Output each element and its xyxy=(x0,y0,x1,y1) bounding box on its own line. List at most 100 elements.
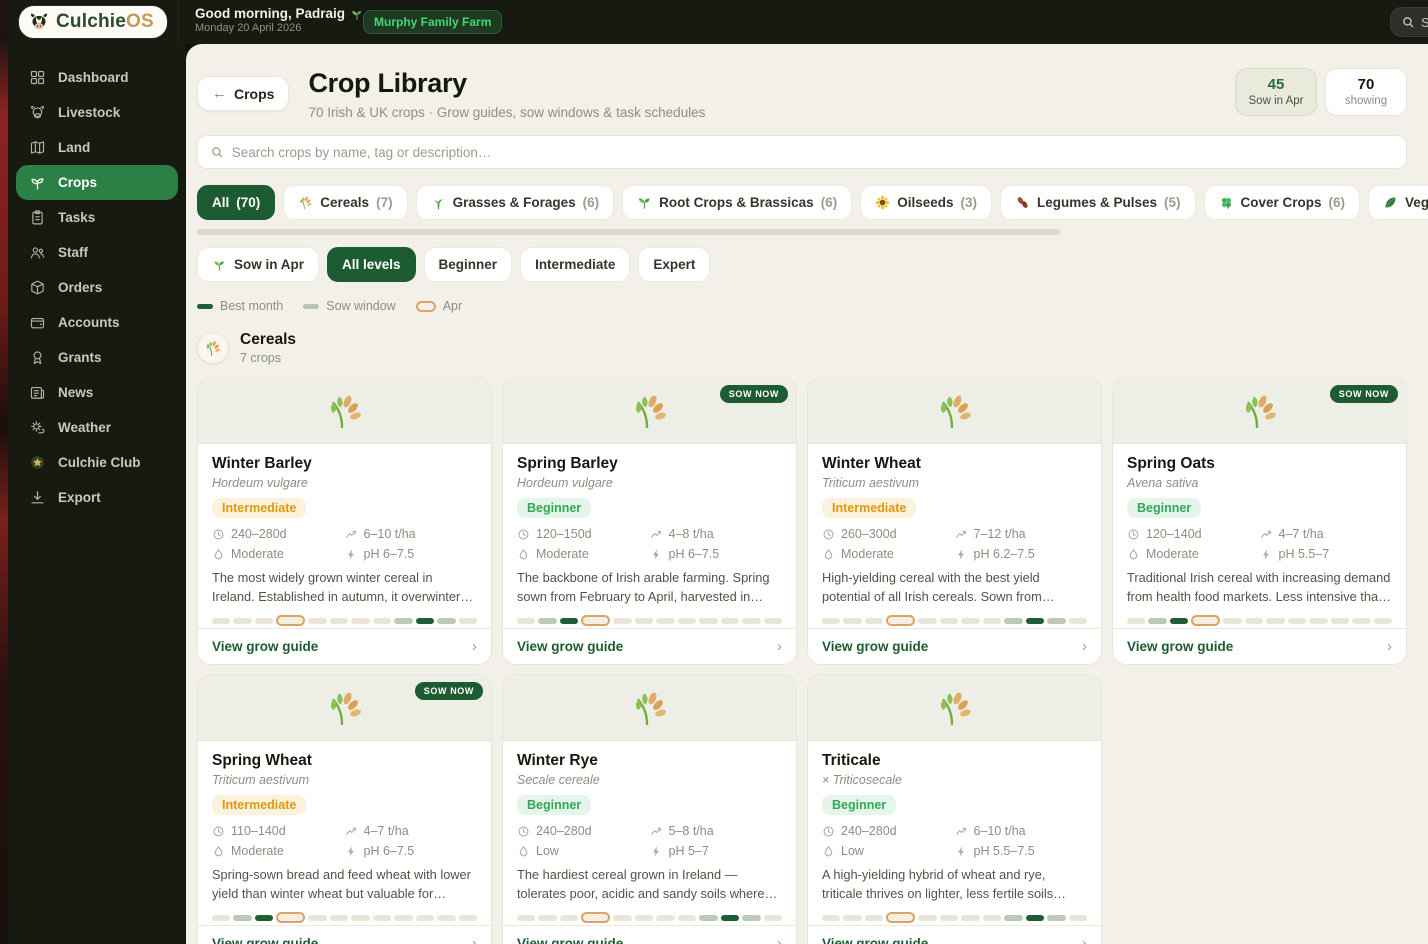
month-segment xyxy=(1047,617,1066,624)
section-header: Cereals 7 crops xyxy=(197,331,1407,365)
month-segment xyxy=(276,912,306,924)
crop-latin-name: Hordeum vulgare xyxy=(212,476,308,490)
trend-up-icon xyxy=(650,528,663,541)
view-grow-guide-label: View grow guide xyxy=(822,936,929,944)
sidebar-item-label: Grants xyxy=(58,350,102,365)
crop-latin-name: Avena sativa xyxy=(1127,476,1199,490)
level-chip-beginner[interactable]: Beginner xyxy=(423,247,513,282)
wheat-crop-icon xyxy=(325,688,365,728)
top-bar: CulchieOS Good morning, Padraig Monday 2… xyxy=(8,0,1428,44)
month-segment xyxy=(415,914,435,921)
sidebar-item-grants[interactable]: Grants xyxy=(16,340,178,375)
level-chip-sow-in-apr[interactable]: Sow in Apr xyxy=(197,247,319,282)
stat-water: Low xyxy=(822,844,955,858)
farm-badge[interactable]: Murphy Family Farm xyxy=(363,10,503,34)
back-button[interactable]: ← Crops xyxy=(197,76,290,111)
app-logo[interactable]: CulchieOS xyxy=(18,5,168,39)
legend-item: Sow window xyxy=(303,299,396,313)
category-chip-cover-crops[interactable]: Cover Crops (6) xyxy=(1203,185,1361,220)
month-segment xyxy=(415,617,435,624)
difficulty-badge: Beginner xyxy=(822,795,897,815)
sidebar-item-export[interactable]: Export xyxy=(16,480,178,515)
crop-name: Spring Oats xyxy=(1127,455,1215,472)
stat-water: Moderate xyxy=(822,547,955,561)
view-grow-guide-label: View grow guide xyxy=(822,639,929,654)
crop-search-input[interactable] xyxy=(231,144,1394,160)
wheat-crop-icon xyxy=(1240,391,1280,431)
category-chip-cereals[interactable]: Cereals (7) xyxy=(283,185,408,220)
view-grow-guide-button[interactable]: View grow guide › xyxy=(808,628,1101,664)
chip-label: Cereals xyxy=(320,195,370,210)
crop-search-bar[interactable] xyxy=(197,135,1407,169)
month-segment xyxy=(677,914,697,921)
view-grow-guide-button[interactable]: View grow guide › xyxy=(808,925,1101,944)
crop-card-body: Spring Wheat Triticum aestivum Intermedi… xyxy=(198,741,491,925)
global-search[interactable]: Search xyxy=(1390,7,1428,37)
wheat-crop-icon xyxy=(630,688,670,728)
chip-label: Grasses & Forages xyxy=(452,195,576,210)
level-chip-all-levels[interactable]: All levels xyxy=(327,247,416,282)
level-filter-row: Sow in Apr All levels Beginner Intermedi… xyxy=(197,247,1407,282)
stat-water: Moderate xyxy=(212,547,345,561)
view-grow-guide-button[interactable]: View grow guide › xyxy=(503,925,796,944)
crop-card-media: SOW NOW xyxy=(503,378,796,444)
crop-description: The backbone of Irish arable farming. Sp… xyxy=(517,570,770,604)
greeting-block: Good morning, Padraig Monday 20 April 20… xyxy=(195,6,364,34)
month-segment xyxy=(372,617,392,624)
level-chip-intermediate[interactable]: Intermediate xyxy=(520,247,631,282)
chevron-right-icon: › xyxy=(1082,638,1087,655)
sidebar-item-culchie-club[interactable]: Culchie Club xyxy=(16,445,178,480)
crop-description: The hardiest cereal grown in Ireland — t… xyxy=(517,867,765,901)
month-segment xyxy=(437,617,456,624)
month-segment xyxy=(742,617,761,624)
view-grow-guide-button[interactable]: View grow guide › xyxy=(198,925,491,944)
legend-label: Sow window xyxy=(326,299,396,313)
chevron-right-icon: › xyxy=(1082,935,1087,944)
sidebar-item-tasks[interactable]: Tasks xyxy=(16,200,178,235)
crop-name: Winter Wheat xyxy=(822,455,921,472)
horizontal-scrollbar[interactable] xyxy=(197,229,1060,235)
stat-ph: pH 6.2–7.5 xyxy=(955,547,1088,561)
month-segment xyxy=(458,914,478,921)
view-grow-guide-button[interactable]: View grow guide › xyxy=(1113,628,1406,664)
download-icon xyxy=(29,489,46,506)
month-segment xyxy=(886,912,916,924)
sidebar-item-dashboard[interactable]: Dashboard xyxy=(16,60,178,95)
category-chip-legumes-pulses[interactable]: Legumes & Pulses (5) xyxy=(999,185,1196,220)
sidebar-item-staff[interactable]: Staff xyxy=(16,235,178,270)
view-grow-guide-button[interactable]: View grow guide › xyxy=(198,628,491,664)
category-chip-vegetables[interactable]: Vegetables (19) xyxy=(1368,185,1428,220)
crop-stats: 110–140d 4–7 t/ha Moderate pH 6–7.5 xyxy=(212,824,477,858)
sidebar-item-weather[interactable]: Weather xyxy=(16,410,178,445)
chevron-right-icon: › xyxy=(1387,638,1392,655)
crop-card-body: Spring Barley Hordeum vulgare Beginner 1… xyxy=(503,444,796,628)
month-segment xyxy=(517,617,536,624)
month-segment xyxy=(1004,914,1023,921)
legend-item: Best month xyxy=(197,299,283,313)
category-chip-grasses-forages[interactable]: Grasses & Forages (6) xyxy=(415,185,615,220)
month-segment xyxy=(939,617,959,624)
beans-icon xyxy=(1015,195,1030,210)
category-chip-oilseeds[interactable]: Oilseeds (3) xyxy=(860,185,992,220)
sidebar-item-crops[interactable]: Crops xyxy=(16,165,178,200)
stat-label: showing xyxy=(1344,95,1388,107)
category-chip-root-crops-brassicas[interactable]: Root Crops & Brassicas (6) xyxy=(622,185,853,220)
sidebar-item-land[interactable]: Land xyxy=(16,130,178,165)
category-chip-all[interactable]: All (70) xyxy=(197,185,276,220)
month-segment xyxy=(559,914,579,921)
level-chip-expert[interactable]: Expert xyxy=(638,247,711,282)
sidebar-item-livestock[interactable]: Livestock xyxy=(16,95,178,130)
difficulty-badge: Intermediate xyxy=(212,498,307,518)
view-grow-guide-button[interactable]: View grow guide › xyxy=(503,628,796,664)
crop-card: Winter Barley Hordeum vulgare Intermedia… xyxy=(197,377,492,665)
month-segment xyxy=(1025,617,1045,624)
chevron-right-icon: › xyxy=(472,935,477,944)
header-divider xyxy=(178,0,179,44)
news-icon xyxy=(29,384,46,401)
chip-label: Expert xyxy=(653,257,696,272)
sidebar-item-accounts[interactable]: Accounts xyxy=(16,305,178,340)
chip-count: (5) xyxy=(1164,195,1181,210)
sidebar-item-orders[interactable]: Orders xyxy=(16,270,178,305)
chip-label: Legumes & Pulses xyxy=(1036,195,1158,210)
sidebar-item-news[interactable]: News xyxy=(16,375,178,410)
